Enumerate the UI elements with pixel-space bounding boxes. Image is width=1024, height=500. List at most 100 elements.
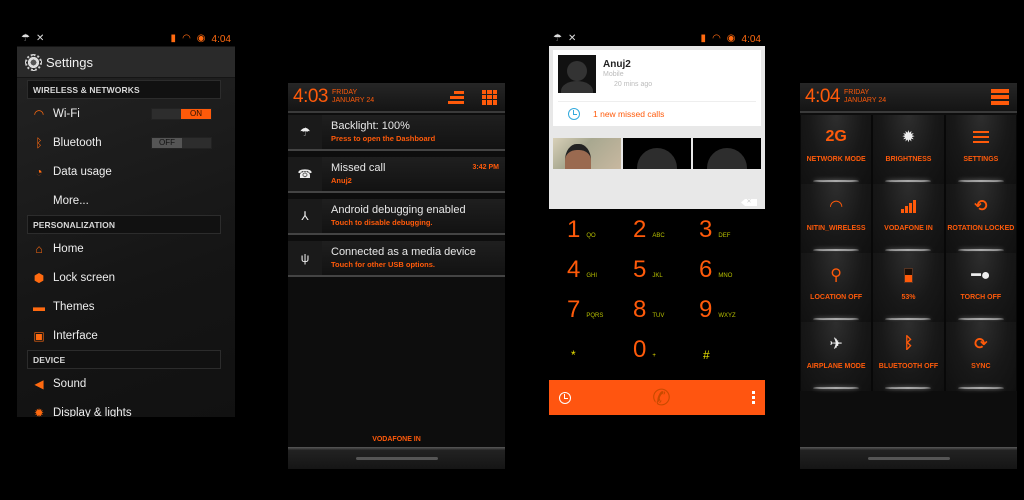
call-history-icon[interactable] — [559, 391, 571, 404]
clock: 4:04 — [805, 86, 840, 107]
item-label: Display & lights — [53, 406, 132, 418]
notification-item[interactable]: ☎ Missed call Anuj2 3:42 PM — [288, 157, 505, 193]
quick-settings-icon[interactable] — [482, 89, 497, 105]
settings-list: WIRELESS & NETWORKS ◠ Wi-Fi ON ᛒ Bluetoo… — [17, 78, 235, 417]
key-7[interactable]: 7 PQRS — [567, 297, 633, 322]
tile-label: ROTATION LOCKED — [947, 225, 1015, 232]
battery-circle-icon: ◉ — [726, 33, 736, 44]
list-view-icon[interactable] — [991, 89, 1009, 105]
notification-screen: 4:03 FRIDAY JANUARY 24 ☂ Backlight: 100%… — [288, 83, 505, 469]
contact-thumbnail[interactable] — [623, 138, 691, 169]
missed-call-card[interactable]: Anuj2 Mobile 20 mins ago 1 new missed ca… — [553, 50, 761, 126]
notification-item[interactable]: ⅄ Android debugging enabled Touch to dis… — [288, 199, 505, 235]
tile-label: NETWORK MODE — [806, 156, 866, 163]
settings-item-interface[interactable]: ▣ Interface — [17, 321, 235, 350]
key-0[interactable]: 0 + — [633, 337, 699, 362]
settings-item-data-usage[interactable]: ◔ Data usage — [17, 157, 235, 186]
key-1[interactable]: 1 QO — [567, 217, 633, 242]
airplane-icon: ✈ — [829, 336, 843, 353]
settings-item-themes[interactable]: ▬ Themes — [17, 292, 235, 321]
key-6[interactable]: 6 MNO — [699, 257, 765, 282]
contact-thumbnail[interactable] — [553, 138, 621, 169]
missed-calls-label[interactable]: 1 new missed calls — [593, 109, 664, 119]
key-2[interactable]: 2 ABC — [633, 217, 699, 242]
key-8[interactable]: 8 TUV — [633, 297, 699, 322]
wifi-icon: ◠ — [33, 106, 45, 121]
notification-subtitle: Press to open the Dashboard — [331, 134, 436, 143]
call-time-ago: 20 mins ago — [614, 81, 653, 88]
wifi-toggle[interactable]: ON — [151, 107, 212, 120]
missed-call-icon: ✕ — [35, 33, 45, 44]
dashboard-header: 4:03 FRIDAY JANUARY 24 — [288, 83, 505, 113]
tile-rotation[interactable]: ⟲ ROTATION LOCKED — [944, 184, 1017, 253]
carrier-label: VODAFONE IN — [372, 436, 421, 443]
contact-thumbnail[interactable] — [693, 138, 761, 169]
tile-settings[interactable]: SETTINGS — [944, 115, 1017, 184]
rotation-lock-icon: ⟲ — [974, 198, 988, 215]
themes-icon: ▬ — [33, 299, 45, 314]
tile-sync[interactable]: ⟳ SYNC — [944, 322, 1017, 391]
bluetooth-icon: ᛒ — [35, 135, 43, 150]
notification-item[interactable]: ☂ Backlight: 100% Press to open the Dash… — [288, 115, 505, 151]
status-time: 4:04 — [741, 33, 761, 45]
settings-item-more[interactable]: More... — [17, 186, 235, 215]
tile-label: VODAFONE IN — [884, 225, 933, 232]
favorites-row — [553, 138, 761, 169]
home-icon: ⌂ — [35, 241, 43, 256]
avatar — [558, 55, 596, 93]
settings-item-home[interactable]: ⌂ Home — [17, 234, 235, 263]
tile-brightness[interactable]: ✹ BRIGHTNESS — [872, 115, 945, 184]
tile-location[interactable]: ⚲ LOCATION OFF — [800, 253, 873, 322]
key-hash[interactable]: # — [699, 337, 765, 362]
date-label: JANUARY 24 — [843, 97, 887, 104]
tile-label: 53% — [901, 294, 916, 301]
tile-bluetooth[interactable]: ᛒ BLUETOOTH OFF — [872, 322, 945, 391]
umbrella-icon: ☂ — [21, 33, 30, 44]
dial-action-bar: ✆ — [549, 380, 765, 415]
notification-item[interactable]: ψ Connected as a media device Touch for … — [288, 241, 505, 277]
toggle-grid: 2G NETWORK MODE ✹ BRIGHTNESS SETTINGS ◠ … — [800, 115, 1017, 391]
item-label: Lock screen — [53, 271, 116, 284]
settings-item-wifi[interactable]: ◠ Wi-Fi ON — [17, 99, 235, 128]
tile-wifi[interactable]: ◠ NITIN_WIRELESS — [800, 184, 873, 253]
tile-label: BRIGHTNESS — [885, 156, 932, 163]
item-label: Wi-Fi — [53, 107, 80, 120]
clear-notifications-icon[interactable] — [448, 90, 464, 104]
key-9[interactable]: 9 WXYZ — [699, 297, 765, 322]
settings-item-display[interactable]: ✹ Display & lights — [17, 398, 235, 418]
call-button-phone-icon[interactable]: ✆ — [652, 385, 670, 411]
drag-handle[interactable] — [288, 447, 505, 469]
key-star[interactable]: * — [567, 337, 633, 362]
day-label: FRIDAY — [331, 89, 358, 96]
tile-torch[interactable]: ━● TORCH OFF — [944, 253, 1017, 322]
item-label: Data usage — [53, 165, 112, 178]
settings-item-bluetooth[interactable]: ᛒ Bluetooth OFF — [17, 128, 235, 157]
drag-handle[interactable] — [800, 447, 1017, 469]
settings-item-lock-screen[interactable]: ⬢ Lock screen — [17, 263, 235, 292]
item-label: Sound — [53, 377, 87, 390]
voicemail-icon: QO — [586, 233, 596, 239]
tile-mobile-signal[interactable]: VODAFONE IN — [872, 184, 945, 253]
umbrella-icon: ☂ — [553, 33, 562, 44]
display-icon: ✹ — [33, 405, 45, 418]
signal-icon — [900, 196, 916, 216]
notification-title: Android debugging enabled — [331, 204, 466, 216]
data-usage-icon: ◔ — [35, 164, 43, 179]
dial-keypad: 1 QO 2 ABC 3 DEF 4 GHI 5 JKL 6 MNO 7 PQRS 8 TUV … — [549, 217, 765, 363]
dialer-screen: ☂ ✕ ▮ ◠ ◉ 4:04 Anuj2 Mobile 20 mins ago … — [549, 32, 765, 417]
settings-item-sound[interactable]: ◀ Sound — [17, 369, 235, 398]
vibrate-icon: ▮ — [700, 33, 707, 44]
key-3[interactable]: 3 DEF — [699, 217, 765, 242]
tile-airplane[interactable]: ✈ AIRPLANE MODE — [800, 322, 873, 391]
overflow-menu-icon[interactable] — [752, 391, 755, 404]
key-4[interactable]: 4 GHI — [567, 257, 633, 282]
bluetooth-toggle[interactable]: OFF — [151, 136, 212, 149]
key-5[interactable]: 5 JKL — [633, 257, 699, 282]
item-label: Bluetooth — [53, 136, 102, 149]
notification-time: 3:42 PM — [472, 164, 499, 171]
backspace-button[interactable]: ✕ — [741, 199, 757, 206]
tile-network-mode[interactable]: 2G NETWORK MODE — [800, 115, 873, 184]
tile-label: TORCH OFF — [960, 294, 1002, 301]
toggle-state: OFF — [152, 137, 182, 148]
tile-battery[interactable]: 53% — [872, 253, 945, 322]
